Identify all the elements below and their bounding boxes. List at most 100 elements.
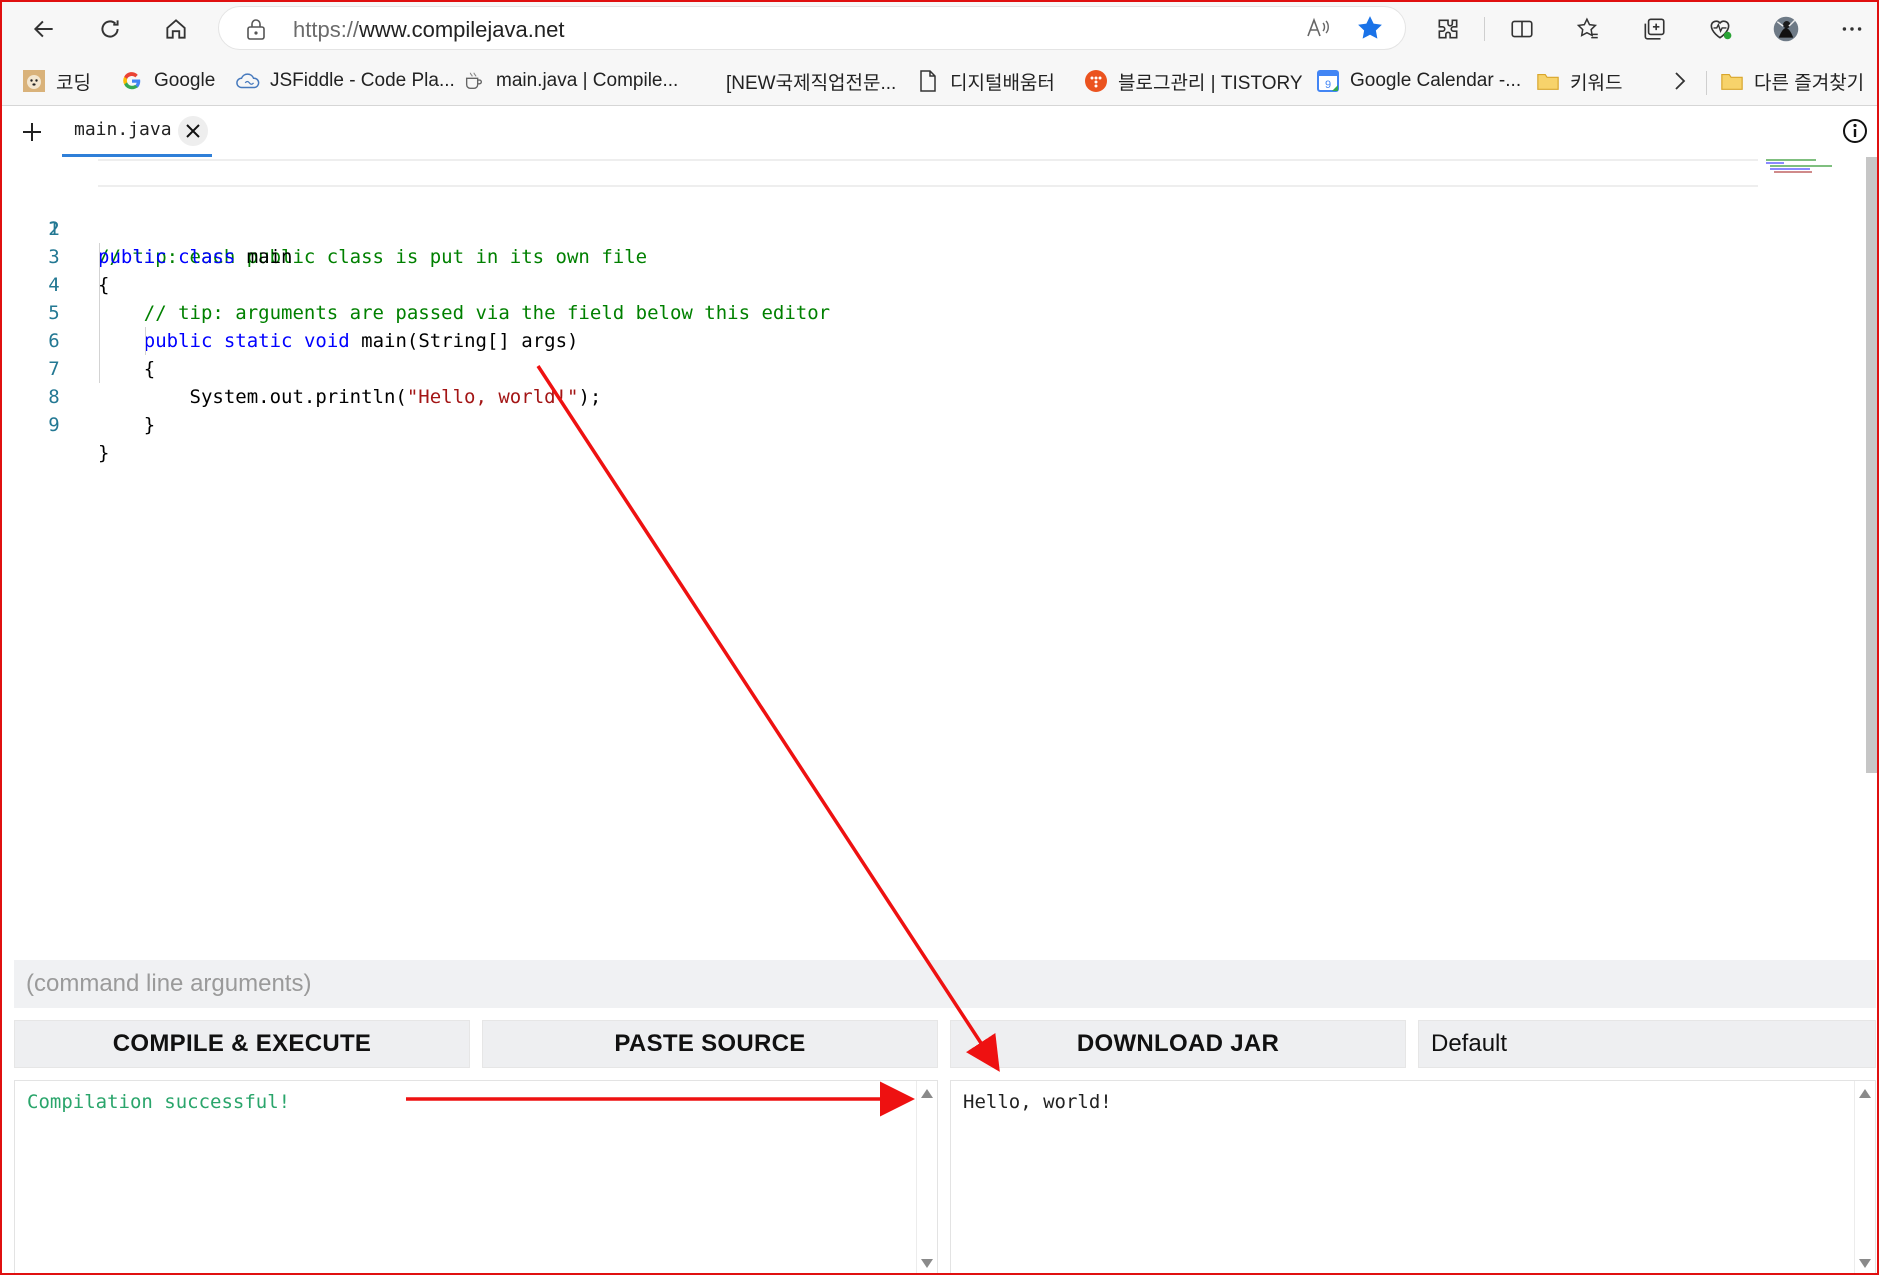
plus-icon xyxy=(23,123,41,141)
code-line[interactable]: 6 { xyxy=(14,299,1744,380)
home-icon[interactable] xyxy=(156,9,196,49)
code-text: } xyxy=(98,414,156,436)
scroll-down-arrow-icon[interactable] xyxy=(1859,1259,1871,1268)
bookmarks-overflow-chevron-icon[interactable] xyxy=(1670,67,1690,95)
mode-select[interactable]: Default xyxy=(1418,1020,1876,1068)
collections-icon[interactable] xyxy=(1634,9,1674,49)
minimap-line xyxy=(1774,171,1812,173)
bookmark-new-vocational[interactable]: [NEW국제직업전문... xyxy=(692,67,896,95)
back-icon[interactable] xyxy=(24,9,64,49)
blank-favicon xyxy=(692,69,716,93)
tab-label: main.java xyxy=(74,119,172,140)
extensions-icon[interactable] xyxy=(1428,9,1468,49)
bookmark-google[interactable]: Google xyxy=(120,67,215,95)
refresh-icon[interactable] xyxy=(90,9,130,49)
code-line[interactable]: 1 // tip: each public class is put in it… xyxy=(14,159,1758,268)
bookmark-label: Google xyxy=(154,70,216,91)
program-output-pane[interactable]: Hello, world! xyxy=(950,1080,1876,1275)
split-screen-icon[interactable] xyxy=(1502,9,1542,49)
program-output: Hello, world! xyxy=(963,1091,1112,1113)
url-host: www.compilejava.net xyxy=(359,17,565,42)
minimap-line xyxy=(1770,168,1810,170)
document-icon xyxy=(916,69,940,93)
code-minimap[interactable] xyxy=(1766,159,1836,177)
address-bar[interactable]: https://www.compilejava.net xyxy=(218,6,1406,50)
folder-icon xyxy=(1720,69,1744,93)
folder-icon xyxy=(1536,69,1560,93)
profile-avatar[interactable] xyxy=(1766,9,1806,49)
more-icon[interactable] xyxy=(1832,9,1872,49)
browser-toolbar: https://www.compilejava.net xyxy=(0,0,1879,57)
bookmark-label: 디지털배움터 xyxy=(950,72,1055,94)
output-scrollbar[interactable] xyxy=(916,1081,937,1274)
bookmarks-bar: 코딩 Google JSFiddle - Code Pla... main.ja… xyxy=(0,57,1879,106)
arguments-input[interactable] xyxy=(14,960,1876,1008)
current-line-highlight xyxy=(98,159,1758,187)
bookmark-compilejava[interactable]: main.java | Compile... xyxy=(462,67,678,95)
close-icon xyxy=(186,124,200,138)
indent-guide xyxy=(145,327,146,355)
google-favicon xyxy=(120,69,144,93)
bookmark-label: 다른 즐겨찾기 xyxy=(1754,72,1865,94)
bookmark-label: [NEW국제직업전문... xyxy=(726,72,897,94)
bookmark-label: 블로그관리 | TISTORY xyxy=(1118,72,1303,94)
code-line[interactable]: 2 public class main xyxy=(14,187,1744,268)
code-editor[interactable]: 1 // tip: each public class is put in it… xyxy=(14,157,1864,959)
scroll-down-arrow-icon[interactable] xyxy=(921,1259,933,1268)
url-protocol: https:// xyxy=(293,17,360,42)
compile-execute-button[interactable]: COMPILE & EXECUTE xyxy=(14,1020,470,1068)
bookmark-label: JSFiddle - Code Pla... xyxy=(270,70,455,91)
paste-source-button[interactable]: PASTE SOURCE xyxy=(482,1020,938,1068)
minimap-line xyxy=(1766,159,1816,161)
code-text: } xyxy=(98,442,110,464)
calendar-favicon: 9 xyxy=(1316,69,1340,93)
compilation-status: Compilation successful! xyxy=(27,1091,291,1113)
mode-select-value: Default xyxy=(1431,1030,1508,1057)
tab-main-java[interactable]: main.java xyxy=(62,110,212,157)
tistory-favicon xyxy=(1084,69,1108,93)
minimap-line xyxy=(1770,165,1832,167)
bookmark-folder-keyword[interactable]: 키워드 xyxy=(1536,67,1622,95)
code-line[interactable]: 3 { xyxy=(14,215,1744,296)
browser-essentials-icon[interactable] xyxy=(1700,9,1740,49)
bookmark-jsfiddle[interactable]: JSFiddle - Code Pla... xyxy=(236,67,455,95)
line-number: 9 xyxy=(48,414,60,436)
bookmark-google-calendar[interactable]: 9 Google Calendar -... xyxy=(1316,67,1521,95)
svg-text:9: 9 xyxy=(1325,79,1331,91)
bookmark-label: 코딩 xyxy=(56,72,91,94)
bookmark-digital-learning[interactable]: 디지털배움터 xyxy=(916,67,1055,95)
code-line[interactable]: 4 // tip: arguments are passed via the f… xyxy=(14,243,1744,324)
jsfiddle-favicon xyxy=(236,69,260,93)
indent-guide xyxy=(99,243,100,383)
minimap-line xyxy=(1766,162,1784,164)
bookmark-tistory[interactable]: 블로그관리 | TISTORY xyxy=(1084,67,1303,95)
compiler-output-pane[interactable]: Compilation successful! xyxy=(14,1080,938,1275)
code-line[interactable]: 9 } xyxy=(14,383,1744,464)
bookmark-label: 키워드 xyxy=(1570,72,1623,94)
code-line[interactable]: 5 public static void main(String[] args) xyxy=(14,271,1744,352)
code-line[interactable]: 7 System.out.println("Hello, world!"); xyxy=(14,327,1744,408)
bookmark-label: main.java | Compile... xyxy=(496,70,679,91)
favorites-icon[interactable] xyxy=(1568,9,1608,49)
bookmark-label: Google Calendar -... xyxy=(1350,70,1522,91)
scroll-up-arrow-icon[interactable] xyxy=(921,1089,933,1098)
close-tab-button[interactable] xyxy=(178,116,208,146)
bookmark-coding[interactable]: 코딩 xyxy=(22,67,91,95)
scroll-up-arrow-icon[interactable] xyxy=(1859,1089,1871,1098)
toolbar-divider xyxy=(1484,17,1485,41)
lock-icon[interactable] xyxy=(245,17,267,46)
favorite-star-icon[interactable] xyxy=(1355,13,1385,48)
bookmarks-divider xyxy=(1706,71,1707,95)
bookmark-other-favorites[interactable]: 다른 즐겨찾기 xyxy=(1720,67,1864,95)
output-scrollbar[interactable] xyxy=(1854,1081,1875,1274)
editor-scrollbar[interactable] xyxy=(1866,157,1878,773)
download-jar-button[interactable]: DOWNLOAD JAR xyxy=(950,1020,1406,1068)
info-button[interactable] xyxy=(1840,116,1870,146)
info-icon xyxy=(1843,119,1867,143)
add-file-button[interactable] xyxy=(14,114,50,150)
command-line-arguments[interactable] xyxy=(14,960,1876,1008)
read-aloud-icon[interactable] xyxy=(1305,16,1331,46)
coffee-favicon xyxy=(462,69,486,93)
url-text[interactable]: https://www.compilejava.net xyxy=(293,17,564,43)
code-line[interactable]: 8 } xyxy=(14,355,1744,436)
